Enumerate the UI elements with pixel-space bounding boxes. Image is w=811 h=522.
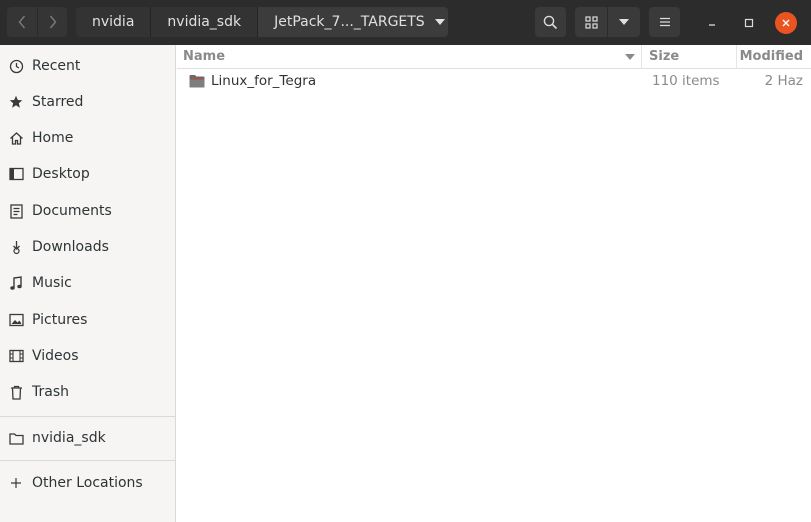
sidebar-item-recent[interactable]: Recent bbox=[0, 51, 175, 81]
sidebar-item-pictures[interactable]: Pictures bbox=[0, 305, 175, 335]
table-row[interactable]: Linux_for_Tegra 110 items 2 Haz bbox=[177, 69, 811, 93]
breadcrumb-nvidia-sdk[interactable]: nvidia_sdk bbox=[150, 7, 257, 37]
sidebar: Recent Starred Home Desktop Documents Do… bbox=[0, 45, 176, 522]
minimize-icon bbox=[709, 24, 715, 26]
sidebar-item-starred[interactable]: Starred bbox=[0, 87, 175, 117]
sidebar-item-label: Desktop bbox=[32, 166, 90, 182]
sidebar-item-home[interactable]: Home bbox=[0, 123, 175, 153]
sidebar-item-label: Downloads bbox=[32, 239, 109, 255]
breadcrumb-current[interactable]: JetPack_7..._TARGETS bbox=[257, 7, 433, 37]
path-menu-button[interactable] bbox=[432, 7, 448, 37]
grid-view-button[interactable] bbox=[575, 7, 607, 37]
column-name-header[interactable]: Name bbox=[177, 45, 642, 68]
file-size: 110 items bbox=[652, 73, 720, 89]
picture-icon bbox=[8, 312, 24, 328]
sidebar-item-downloads[interactable]: Downloads bbox=[0, 232, 175, 262]
minimize-button[interactable] bbox=[701, 12, 723, 34]
view-menu-button[interactable] bbox=[607, 7, 639, 37]
column-size-header[interactable]: Size bbox=[642, 45, 737, 68]
search-button[interactable] bbox=[535, 7, 566, 37]
sidebar-item-label: nvidia_sdk bbox=[32, 430, 106, 446]
search-icon bbox=[543, 15, 558, 29]
video-icon bbox=[8, 348, 24, 364]
download-icon bbox=[8, 239, 24, 255]
back-button[interactable] bbox=[7, 7, 37, 37]
sidebar-item-label: Music bbox=[32, 275, 72, 291]
sidebar-item-trash[interactable]: Trash bbox=[0, 377, 175, 407]
triangle-down-icon bbox=[435, 19, 446, 25]
sidebar-item-label: Recent bbox=[32, 58, 81, 74]
sidebar-item-label: Pictures bbox=[32, 312, 88, 328]
view-options-group bbox=[575, 7, 640, 37]
document-icon bbox=[8, 203, 24, 219]
sidebar-item-label: Documents bbox=[32, 203, 112, 219]
chevron-left-icon bbox=[18, 15, 26, 29]
column-modified-header[interactable]: Modified bbox=[737, 45, 811, 68]
sidebar-item-videos[interactable]: Videos bbox=[0, 341, 175, 371]
hamburger-icon bbox=[659, 17, 670, 27]
folder-icon bbox=[8, 430, 24, 446]
sidebar-item-other-locations[interactable]: Other Locations bbox=[0, 468, 175, 498]
close-button[interactable] bbox=[775, 12, 797, 34]
sidebar-item-label: Home bbox=[32, 130, 74, 146]
music-icon bbox=[8, 275, 24, 291]
sidebar-item-label: Other Locations bbox=[32, 475, 143, 491]
plus-icon bbox=[8, 475, 24, 491]
breadcrumb-nvidia[interactable]: nvidia bbox=[76, 7, 150, 37]
file-list: Name Size Modified Linux_for_Tegra 110 i… bbox=[177, 45, 811, 522]
maximize-button[interactable] bbox=[738, 12, 760, 34]
sidebar-item-nvidia-sdk[interactable]: nvidia_sdk bbox=[0, 423, 175, 453]
sidebar-item-documents[interactable]: Documents bbox=[0, 196, 175, 226]
trash-icon bbox=[8, 384, 24, 400]
sidebar-item-music[interactable]: Music bbox=[0, 268, 175, 298]
sidebar-item-desktop[interactable]: Desktop bbox=[0, 159, 175, 189]
file-name: Linux_for_Tegra bbox=[211, 73, 317, 89]
path-bar: nvidia nvidia_sdk JetPack_7..._TARGETS bbox=[76, 7, 448, 37]
sidebar-item-label: Videos bbox=[32, 348, 79, 364]
folder-icon bbox=[189, 75, 205, 88]
maximize-icon bbox=[744, 18, 754, 28]
hamburger-menu-button[interactable] bbox=[649, 7, 680, 37]
sort-down-icon bbox=[625, 53, 635, 60]
forward-button[interactable] bbox=[37, 7, 67, 37]
clock-icon bbox=[8, 58, 24, 74]
close-icon bbox=[782, 19, 790, 27]
file-modified: 2 Haz bbox=[764, 73, 803, 89]
sidebar-item-label: Trash bbox=[32, 384, 69, 400]
star-icon bbox=[8, 94, 24, 110]
sidebar-separator bbox=[0, 460, 175, 461]
desktop-icon bbox=[8, 166, 24, 182]
sidebar-separator bbox=[0, 416, 175, 417]
home-icon bbox=[8, 130, 24, 146]
header-bar: nvidia nvidia_sdk JetPack_7..._TARGETS bbox=[0, 0, 811, 45]
navigation-group bbox=[7, 7, 67, 37]
grid-icon bbox=[584, 15, 598, 29]
triangle-down-icon bbox=[618, 19, 629, 25]
sidebar-item-label: Starred bbox=[32, 94, 84, 110]
chevron-right-icon bbox=[49, 15, 56, 29]
column-header: Name Size Modified bbox=[177, 45, 811, 69]
row-name-cell: Linux_for_Tegra bbox=[177, 73, 642, 89]
